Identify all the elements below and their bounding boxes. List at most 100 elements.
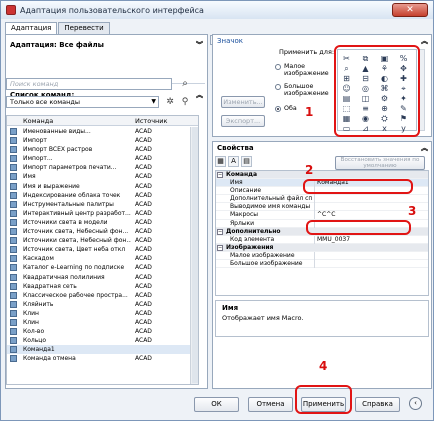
column-source[interactable]: Источник <box>135 116 167 126</box>
command-icon <box>10 300 17 308</box>
list-item[interactable]: Импорт параметров печати... ACAD <box>7 163 198 172</box>
list-item[interactable]: Команда отмена ACAD <box>7 354 198 363</box>
apply-button[interactable]: Применить <box>301 397 346 412</box>
find-replace-icon[interactable]: ⚲ <box>179 96 191 108</box>
list-item[interactable]: Именованные виды... ACAD <box>7 127 198 136</box>
property-key: Имя <box>230 179 243 187</box>
property-pages-icon[interactable]: ▤ <box>241 156 252 167</box>
column-command[interactable]: Команда <box>23 116 53 126</box>
chevron-up-icon[interactable]: ︽ <box>196 89 203 101</box>
command-name: Источники света, Небесный фон... <box>23 237 131 245</box>
list-item[interactable]: Кол-во ACAD <box>7 327 198 336</box>
title-bar: Адаптация пользовательского интерфейса ✕ <box>1 1 433 19</box>
list-item[interactable]: Инструментальные палитры ACAD <box>7 200 198 209</box>
list-item[interactable]: Источник света, Небесный фон... ACAD <box>7 227 198 236</box>
list-item[interactable]: Имя и выражение ACAD <box>7 182 198 191</box>
list-item[interactable]: Индексирование облака точек ACAD <box>7 191 198 200</box>
property-key: Описание <box>230 187 262 195</box>
command-name: Индексирование облака точек <box>23 191 121 199</box>
list-item[interactable]: Классическое рабочее простра... ACAD <box>7 291 198 300</box>
chevron-up-icon[interactable]: ︽ <box>421 143 428 153</box>
collapse-icon[interactable]: − <box>217 228 223 235</box>
command-list: Команда Источник Именованные виды... ACAD… <box>6 115 199 385</box>
annotation-4: 4 <box>319 359 328 373</box>
export-icon-button[interactable]: Экспорт... <box>221 115 265 127</box>
customize-ui-window: Адаптация пользовательского интерфейса ✕… <box>0 0 434 421</box>
command-name: Клин <box>23 318 39 326</box>
list-item[interactable]: Импорт ВСЕХ растров ACAD <box>7 145 198 154</box>
filter-select[interactable]: Только все команды ▼ <box>6 96 159 108</box>
list-item[interactable]: Интерактивный центр разработ... ACAD <box>7 209 198 218</box>
radio-label: Большое изображение <box>284 83 329 97</box>
list-item[interactable]: Источники света в модели ACAD <box>7 218 198 227</box>
property-key: Ярлыки <box>230 219 255 227</box>
edit-icon-button[interactable]: Изменить... <box>221 96 265 108</box>
list-item[interactable]: Имя ACAD <box>7 172 198 181</box>
icon-panel-title: Значок <box>217 37 244 45</box>
list-item[interactable]: Клин ACAD <box>7 318 198 327</box>
command-name: Кляйнить <box>23 300 54 308</box>
property-key: Выводимое имя команды <box>230 203 311 211</box>
collapse-icon[interactable]: − <box>217 172 223 178</box>
cancel-button[interactable]: Отмена <box>248 397 293 412</box>
list-item[interactable]: Источники света, Небесный фон... ACAD <box>7 236 198 245</box>
list-item[interactable]: Каскадом ACAD <box>7 254 198 263</box>
search-icon[interactable]: ⌕ <box>177 78 193 90</box>
property-row[interactable]: Макросы ^C^C <box>216 211 428 220</box>
ok-button[interactable]: ОК <box>194 397 239 412</box>
command-source: ACAD <box>135 191 152 199</box>
command-source: ACAD <box>135 237 152 245</box>
property-row[interactable]: Код элемента MMU_0037 <box>216 235 428 244</box>
list-item[interactable]: Импорт... ACAD <box>7 154 198 163</box>
property-row[interactable]: Малое изображение <box>216 251 428 261</box>
command-name: Клин <box>23 309 39 317</box>
alphabetical-icon[interactable]: A <box>228 156 239 167</box>
property-category[interactable]: − Изображения <box>216 243 428 252</box>
property-value[interactable] <box>314 195 426 204</box>
property-value[interactable] <box>314 251 426 260</box>
tab-translate[interactable]: Перевести <box>58 22 110 34</box>
search-input[interactable]: Поиск команд <box>6 78 172 90</box>
list-item[interactable]: Каталог e-Learning по подписке ACAD <box>7 263 198 272</box>
command-icon <box>10 218 17 226</box>
chevron-up-icon[interactable]: ︽ <box>421 36 428 46</box>
command-icon <box>10 182 17 190</box>
list-item[interactable]: Квадратичная полилиния ACAD <box>7 273 198 282</box>
property-value[interactable]: MMU_0037 <box>314 235 426 244</box>
property-row[interactable]: Дополнительный файл сп <box>216 195 428 204</box>
scrollbar[interactable] <box>190 127 198 384</box>
list-rows: Именованные виды... ACAD Импорт ACAD Импорт … <box>7 127 198 363</box>
collapse-icon[interactable]: − <box>217 244 223 251</box>
list-item[interactable]: Команда1 <box>7 345 198 355</box>
list-item[interactable]: Импорт ACAD <box>7 136 198 145</box>
property-key: Макросы <box>230 211 258 219</box>
property-key: Малое изображение <box>230 251 295 259</box>
window-title: Адаптация пользовательского интерфейса <box>20 5 204 15</box>
list-item[interactable]: Кляйнить ACAD <box>7 300 198 309</box>
help-button[interactable]: Справка <box>355 397 400 412</box>
property-row[interactable]: Выводимое имя команды <box>216 203 428 212</box>
command-name: Источник света, Цвет неба откл <box>23 246 126 254</box>
radio-large-image[interactable]: Большое изображение <box>275 83 335 99</box>
list-item[interactable]: Источник света, Цвет неба откл ACAD <box>7 245 198 254</box>
nav-arrow-button[interactable]: ‹ <box>409 397 422 410</box>
restore-defaults-button[interactable]: Восстановить значения по умолчанию <box>335 156 425 170</box>
property-category[interactable]: − Команда <box>216 171 428 180</box>
list-item[interactable]: Квадратная сеть ACAD <box>7 282 198 291</box>
scroll-thumb[interactable] <box>192 127 198 383</box>
list-item[interactable]: Кольцо ACAD <box>7 336 198 345</box>
chevron-down-icon[interactable]: ︾ <box>196 39 203 51</box>
property-key: Дополнительный файл сп <box>230 195 313 203</box>
radio-label: Малое изображение <box>284 63 329 77</box>
description-pane: Имя Отображает имя Macro. <box>215 300 429 337</box>
adaptations-header[interactable]: Адаптация: Все файлы ︾ <box>10 39 205 51</box>
property-row[interactable]: Большое изображение <box>216 260 428 269</box>
description-text: Отображает имя Macro. <box>222 314 304 322</box>
radio-small-image[interactable]: Малое изображение <box>275 63 335 79</box>
categorized-icon[interactable]: ▦ <box>215 156 226 167</box>
command-source: ACAD <box>135 337 152 345</box>
new-command-icon[interactable]: ✲ <box>164 96 176 108</box>
close-button[interactable]: ✕ <box>392 3 428 17</box>
list-item[interactable]: Клин ACAD <box>7 309 198 318</box>
property-value[interactable] <box>314 260 426 269</box>
